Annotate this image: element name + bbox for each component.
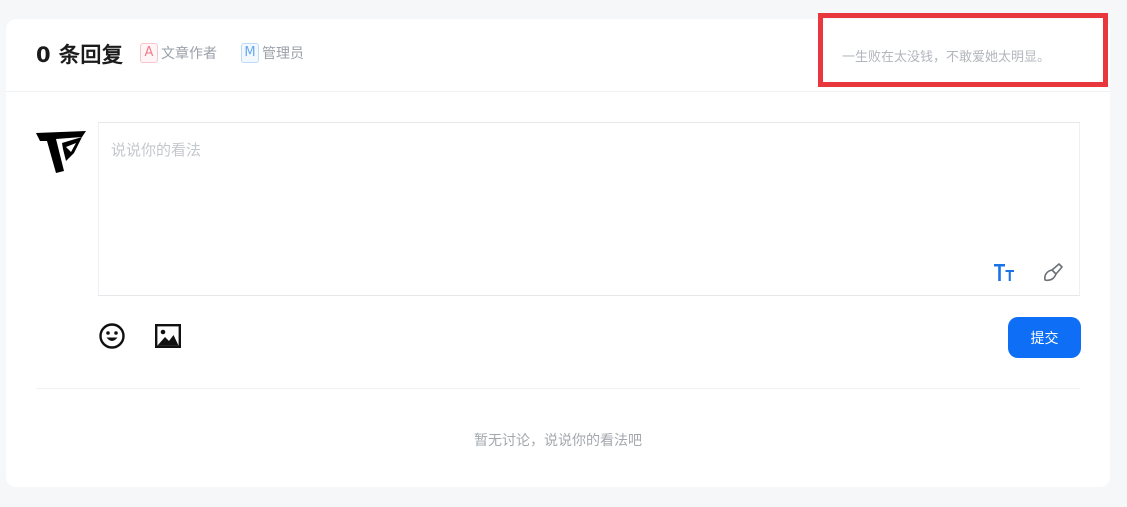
- text-size-icon[interactable]: [993, 261, 1017, 283]
- divider: [36, 388, 1080, 389]
- admin-badge: M: [241, 43, 259, 63]
- brush-icon[interactable]: [1041, 261, 1065, 283]
- comment-editor[interactable]: 说说你的看法: [98, 122, 1080, 296]
- highlight-box: [818, 13, 1108, 87]
- submit-button[interactable]: 提交: [1008, 317, 1081, 358]
- admin-legend: M 管理员: [241, 43, 304, 63]
- avatar[interactable]: [36, 131, 86, 175]
- empty-state-text: 暂无讨论，说说你的看法吧: [474, 433, 642, 449]
- admin-label: 管理员: [262, 46, 304, 62]
- author-badge: A: [140, 43, 158, 63]
- emoji-icon[interactable]: [98, 322, 126, 350]
- comment-header: 0 条回复 A 文章作者 M 管理员 一生败在太没钱，不敢爱她太明显。: [6, 13, 1110, 92]
- editor-placeholder: 说说你的看法: [111, 141, 202, 159]
- author-label: 文章作者: [161, 46, 217, 62]
- author-legend: A 文章作者: [140, 43, 217, 63]
- comment-card: 0 条回复 A 文章作者 M 管理员 一生败在太没钱，不敢爱她太明显。 说说你的…: [6, 13, 1110, 487]
- image-icon[interactable]: [154, 322, 182, 350]
- reply-count: 0 条回复: [36, 43, 124, 67]
- avatar-logo-icon: [36, 131, 86, 173]
